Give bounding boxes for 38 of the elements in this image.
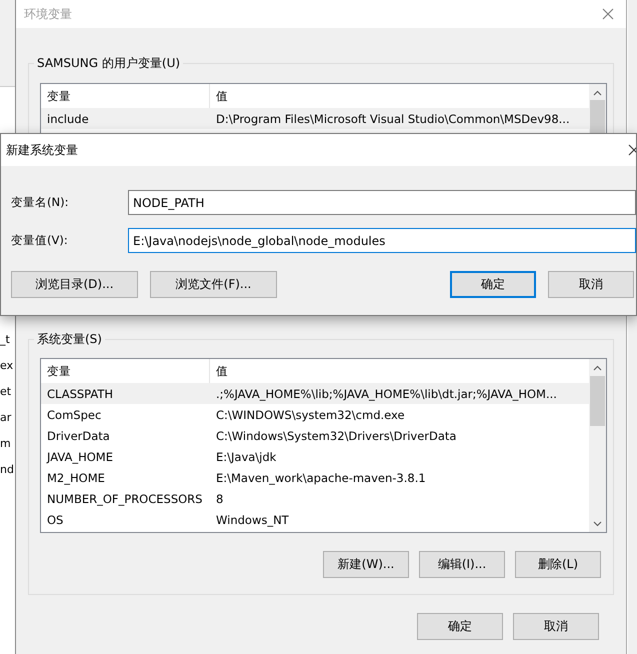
dialog-button[interactable]: 取消: [548, 271, 634, 298]
list-row[interactable]: OS Windows_NT: [41, 509, 589, 530]
field-label: 变量值(V):: [11, 233, 69, 248]
group-label: 系统变量(S): [34, 331, 105, 348]
dialog-button[interactable]: 取消: [513, 613, 599, 640]
window-title: 环境变量: [24, 6, 72, 22]
list-row[interactable]: M2_HOME E:\Maven_work\apache-maven-3.8.1: [41, 467, 589, 488]
field-label: 变量名(N):: [11, 195, 70, 210]
list-row[interactable]: DriverData C:\Windows\System32\Drivers\DriverData: [41, 425, 589, 446]
cut-text: ex: [0, 358, 14, 374]
list-row[interactable]: NUMBER_OF_PROCESSORS 8: [41, 488, 589, 509]
dialog-button[interactable]: 浏览目录(D)...: [11, 271, 138, 298]
scroll-down-icon[interactable]: [593, 521, 602, 527]
column-header[interactable]: 值: [210, 84, 228, 108]
scroll-up-icon[interactable]: [593, 365, 602, 371]
list-row[interactable]: include D:\Program Files\Microsoft Visual Studio\Common\MSDev98...: [41, 108, 589, 129]
cut-text: _t: [0, 332, 10, 348]
cut-text: et: [0, 384, 12, 400]
dialog-title: 新建系统变量: [6, 142, 78, 158]
list-action-button[interactable]: 新建(W)...: [323, 551, 409, 578]
text-field[interactable]: E:\Java\nodejs\node_global\node_modules: [128, 228, 636, 253]
list-row[interactable]: CLASSPATH .;%JAVA_HOME%\lib;%JAVA_HOME%\lib\dt.jar;%JAVA_HOM...: [41, 383, 589, 404]
column-header[interactable]: 值: [210, 359, 228, 383]
cut-text: ar: [0, 410, 12, 426]
list-action-button[interactable]: 编辑(I)...: [419, 551, 505, 578]
list-row[interactable]: ComSpec C:\WINDOWS\system32\cmd.exe: [41, 404, 589, 425]
cut-text: nd: [0, 462, 14, 478]
list-action-button[interactable]: 删除(L): [515, 551, 601, 578]
group-label: SAMSUNG 的用户变量(U): [34, 55, 184, 72]
scrollbar[interactable]: [589, 359, 606, 532]
close-icon[interactable]: [628, 144, 636, 156]
list-row[interactable]: JAVA_HOME E:\Java\jdk: [41, 446, 589, 467]
dialog-button[interactable]: 确定: [417, 613, 503, 640]
cut-text: m: [0, 436, 11, 452]
dialog-button[interactable]: 确定: [450, 271, 536, 298]
dialog-button[interactable]: 浏览文件(F)...: [150, 271, 277, 298]
scroll-up-icon[interactable]: [593, 90, 602, 96]
text-field[interactable]: NODE_PATH: [128, 190, 636, 215]
